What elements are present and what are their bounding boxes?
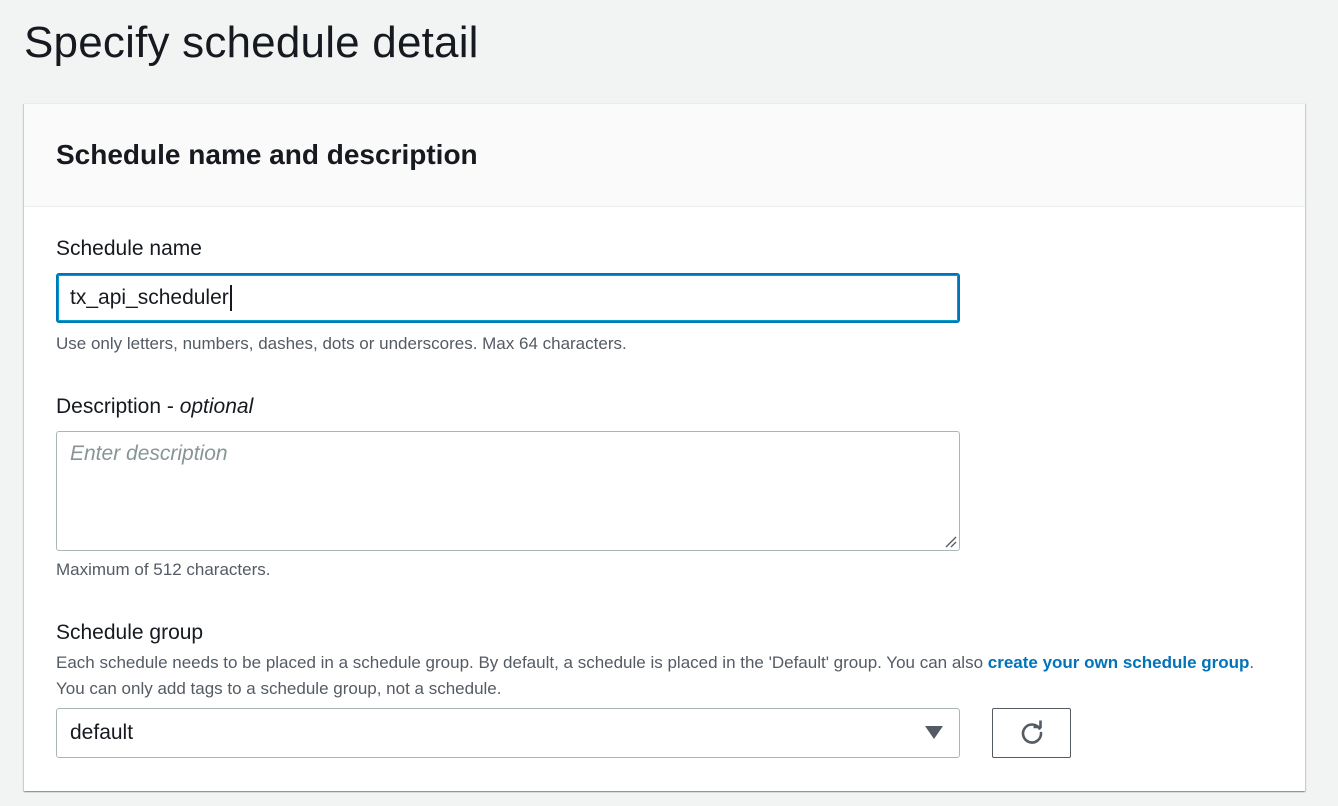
description-label: Description - optional [56, 394, 253, 420]
caret-down-icon [925, 726, 943, 739]
refresh-icon [1021, 720, 1042, 744]
schedule-details-panel: Schedule name and description Schedule n… [24, 103, 1305, 791]
schedule-name-label: Schedule name [56, 237, 202, 260]
section-title: Schedule name and description [56, 139, 478, 170]
schedule-group-selected-value: default [70, 721, 134, 744]
description-label-text: Description - [56, 395, 180, 418]
resize-handle-icon[interactable] [943, 534, 957, 548]
description-textarea[interactable]: Enter description [56, 431, 960, 551]
schedule-name-value: tx_api_scheduler [70, 286, 229, 309]
panel-header: Schedule name and description [24, 104, 1305, 207]
schedule-name-input[interactable]: tx_api_scheduler [56, 273, 960, 323]
schedule-group-desc-text: Each schedule needs to be placed in a sc… [56, 653, 988, 672]
description-hint: Maximum of 512 characters. [56, 560, 271, 579]
description-optional-label: optional [179, 395, 254, 418]
text-cursor [229, 285, 232, 311]
schedule-name-hint: Use only letters, numbers, dashes, dots … [56, 334, 627, 353]
schedule-group-label: Schedule group [56, 621, 204, 644]
schedule-group-select[interactable]: default [56, 708, 960, 758]
create-schedule-group-link[interactable]: create your own schedule group [988, 653, 1250, 672]
refresh-button[interactable] [992, 708, 1071, 758]
page-title: Specify schedule detail [24, 18, 479, 67]
schedule-group-description: Each schedule needs to be placed in a sc… [56, 650, 1276, 702]
description-placeholder: Enter description [70, 442, 228, 465]
